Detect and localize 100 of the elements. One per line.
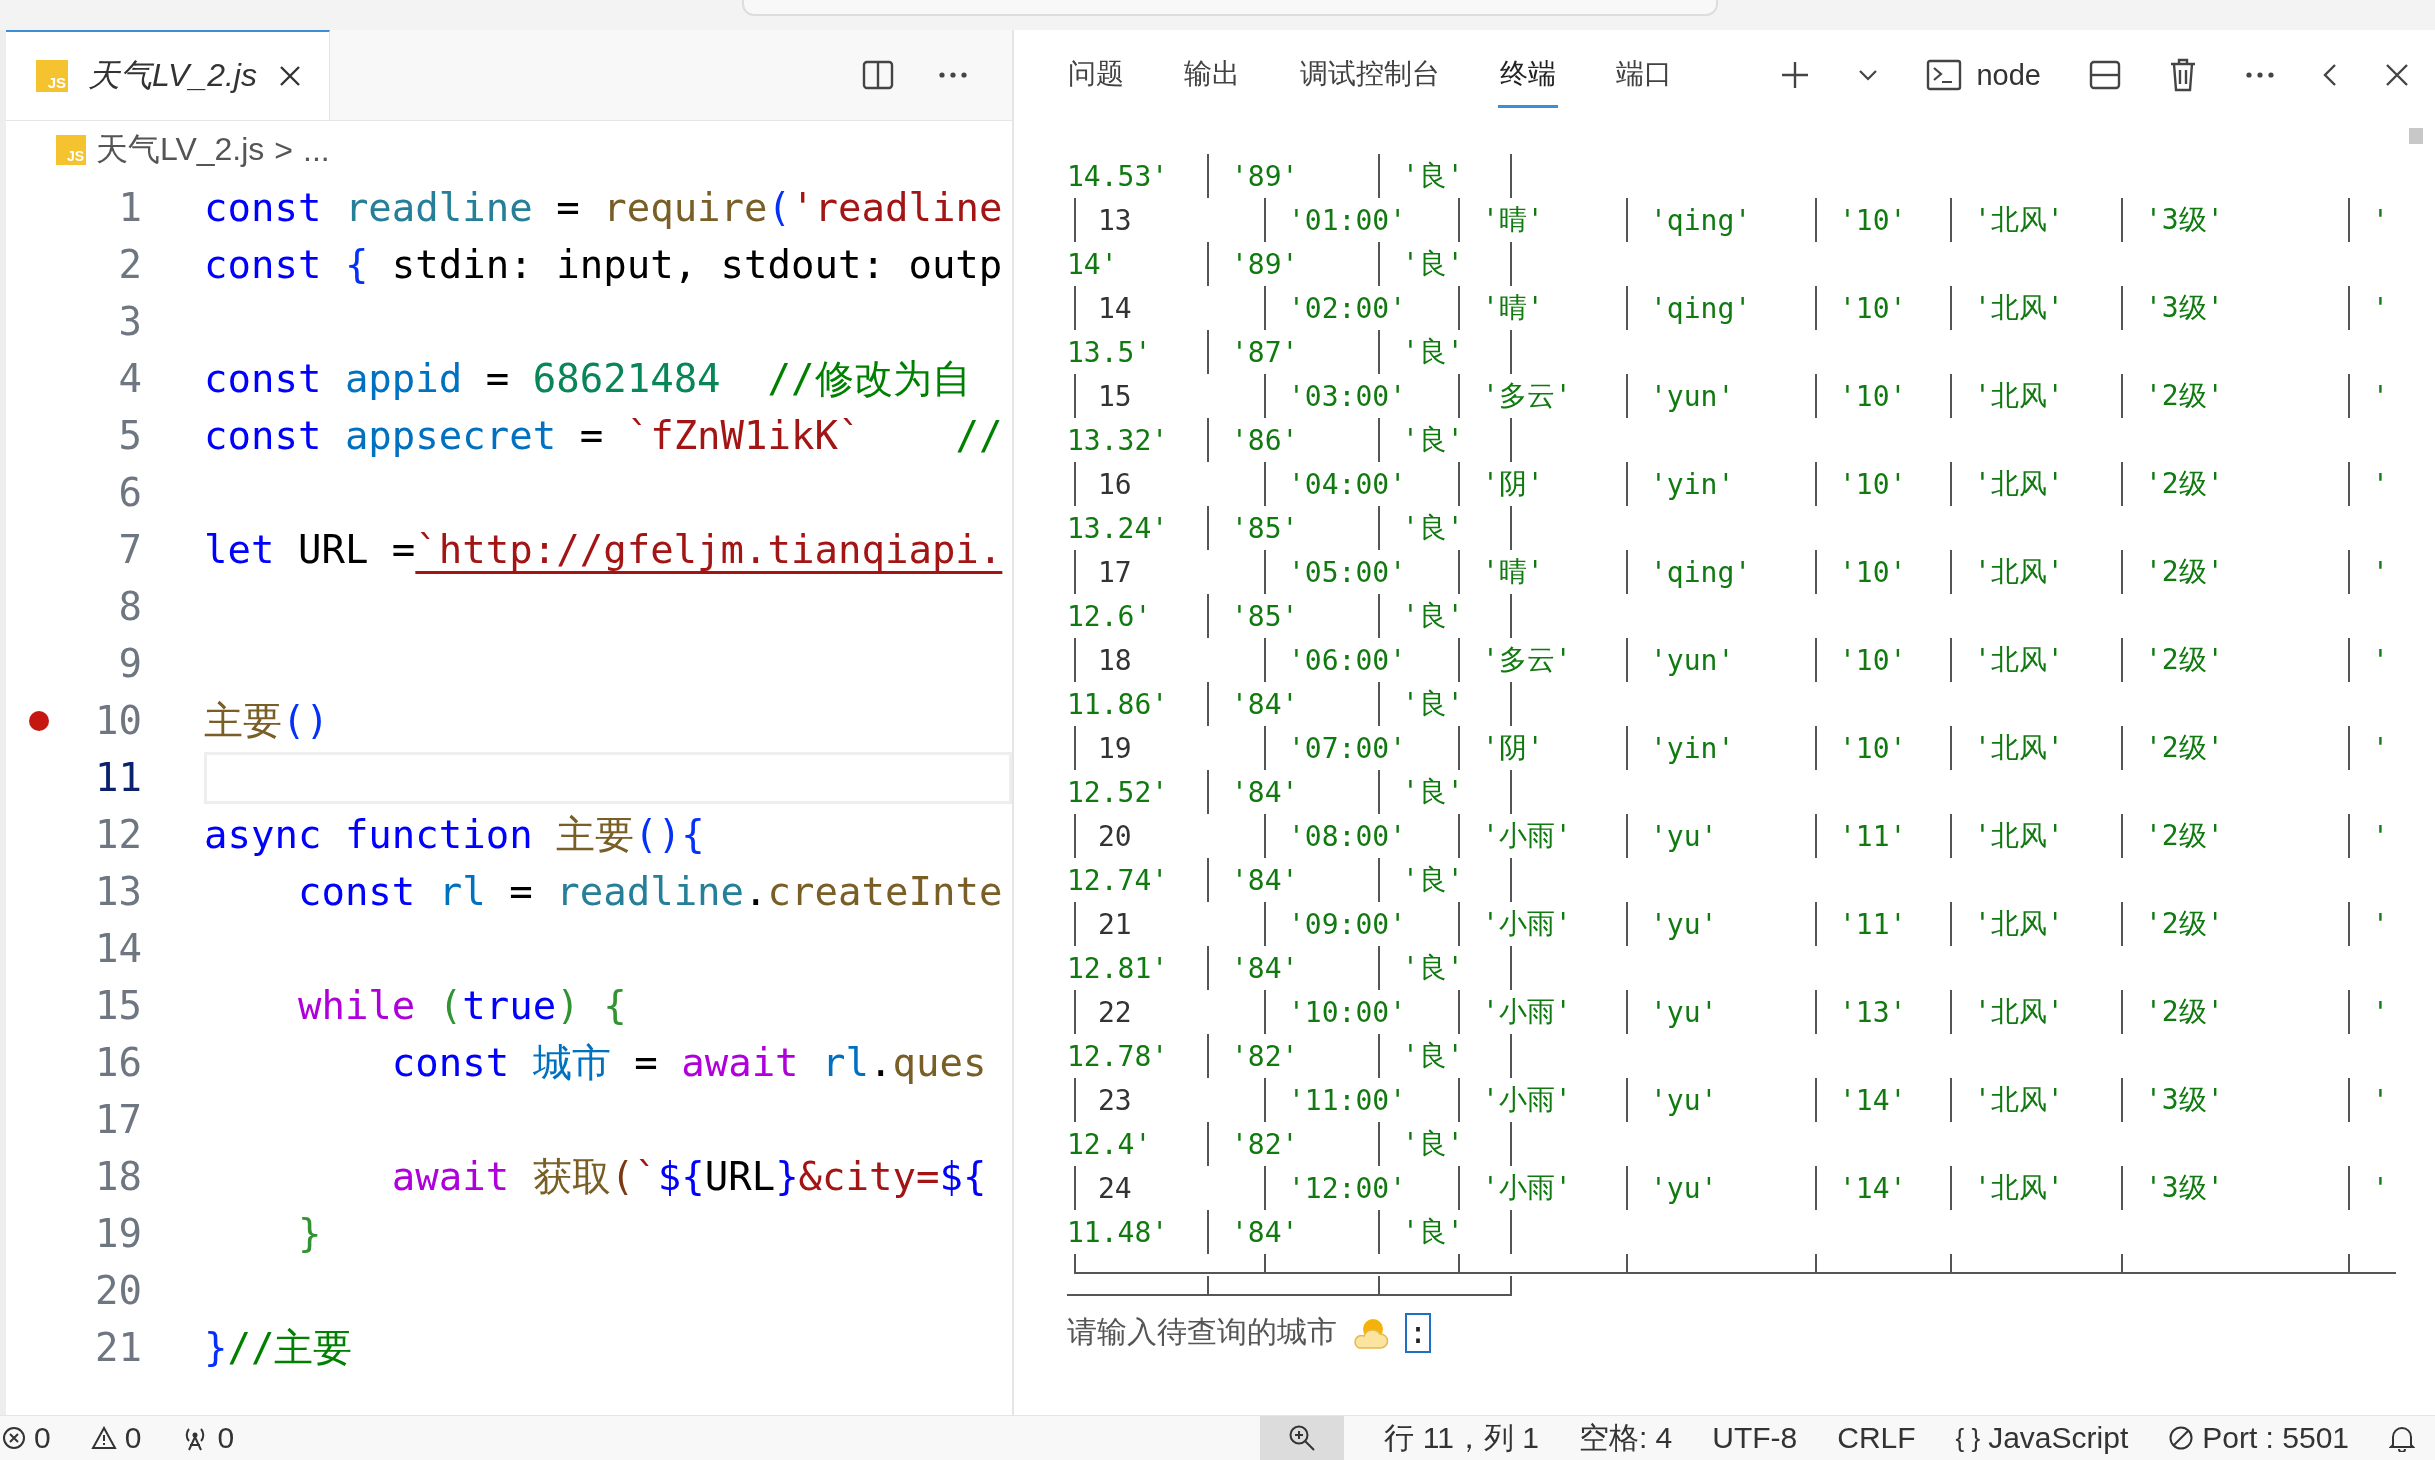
split-terminal-icon[interactable] <box>2089 59 2121 91</box>
terminal-cell: ' <box>2372 379 2389 413</box>
breadcrumb-more[interactable]: ... <box>303 131 330 169</box>
terminal-cell-text: '良' <box>1402 246 1464 282</box>
breakpoint-dot[interactable] <box>29 710 49 731</box>
tab-title: 天气LV_2.js <box>88 56 257 95</box>
zoom-in-icon <box>1288 1424 1317 1452</box>
status-item[interactable]: 行 11，列 1 <box>1384 1416 1539 1460</box>
terminal-cell: '10' <box>1839 555 1907 589</box>
terminal-cell: '11:00' <box>1288 1083 1406 1117</box>
plus-icon[interactable] <box>1780 60 1811 90</box>
terminal-cell-text: '晴' <box>1482 202 1544 238</box>
terminal-cell: '11' <box>1839 819 1907 853</box>
terminal-cell-text: '2级' <box>2145 994 2224 1030</box>
terminal-cell: 'qing' <box>1650 555 1752 589</box>
warnings-indicator[interactable]: 0 <box>90 1421 142 1455</box>
braces-icon: { } <box>1955 1422 1981 1454</box>
panel-tab[interactable]: 输出 <box>1182 42 1242 108</box>
editor-tab[interactable]: JS 天气LV_2.js <box>6 30 330 120</box>
terminal-cell-text: '2级' <box>2145 642 2224 678</box>
language-mode[interactable]: { } JavaScript <box>1955 1416 2129 1460</box>
code-line: const { stdin: input, stdout: outp <box>204 242 1003 287</box>
terminal-cell: 18 <box>1098 643 1132 677</box>
terminal-cell-text: '良' <box>1402 950 1464 986</box>
terminal-cell: '14' <box>1839 1083 1907 1117</box>
line-number: 11 <box>94 755 142 800</box>
line-number: 13 <box>94 869 142 914</box>
terminal-cell: ' <box>2372 995 2389 1029</box>
terminal-cell-text: '良' <box>1402 1126 1464 1162</box>
chevron-left-icon[interactable] <box>2323 63 2337 87</box>
terminal-cell-text: '晴' <box>1482 290 1544 326</box>
more-icon[interactable] <box>2245 71 2275 79</box>
status-item[interactable]: UTF-8 <box>1712 1416 1798 1460</box>
terminal-cell: 12.78' <box>1067 1039 1169 1073</box>
terminal-cursor: : <box>1405 1312 1432 1353</box>
terminal-cell: 'yun' <box>1650 379 1735 413</box>
panel-tab[interactable]: 终端 <box>1498 42 1558 108</box>
terminal-cell: ' <box>2372 1083 2389 1117</box>
terminal-cell-text: '小雨' <box>1482 906 1572 942</box>
panel-tab[interactable]: 调试控制台 <box>1298 42 1442 108</box>
terminal-cell: 'yun' <box>1650 643 1735 677</box>
terminal-cell: 'yu' <box>1650 1171 1718 1205</box>
terminal-cell: 11.86' <box>1067 687 1169 721</box>
terminal-cell: ' <box>2372 643 2389 677</box>
panel-tab[interactable]: 问题 <box>1066 42 1126 108</box>
terminal-cell: '10' <box>1839 379 1907 413</box>
terminal-cell: 23 <box>1098 1083 1132 1117</box>
code-line: while (true) { <box>296 983 627 1028</box>
terminal-cell: '85' <box>1231 599 1299 633</box>
line-number: 19 <box>94 1211 142 1256</box>
terminal-cell: '84' <box>1231 775 1299 809</box>
terminal-icon <box>1926 59 1963 91</box>
terminal-cell: '10' <box>1839 731 1907 765</box>
terminal-cell: ' <box>2372 907 2389 941</box>
line-number: 3 <box>117 299 142 344</box>
terminal-cell: 'yin' <box>1650 731 1735 765</box>
code-line: await 获取(`${URL}&city=${ <box>390 1152 987 1201</box>
terminal-cell-text: '2级' <box>2145 906 2224 942</box>
code-line: async function 主要(){ <box>204 810 705 859</box>
split-editor-icon[interactable] <box>862 59 894 91</box>
terminal-cell: 'yu' <box>1650 819 1718 853</box>
code-line: let URL =`http://gfeljm.tianqiapi. <box>204 527 1003 572</box>
terminal-cell-text: '3级' <box>2145 290 2224 326</box>
ports-indicator[interactable]: 0 <box>181 1421 235 1455</box>
terminal-cell-text: '多云' <box>1482 642 1572 678</box>
bell-icon[interactable] <box>2389 1424 2415 1452</box>
panel-tab[interactable]: 端口 <box>1614 42 1674 108</box>
terminal-cell: '05:00' <box>1288 555 1406 589</box>
terminal-cell-text: '良' <box>1402 862 1464 898</box>
scrollbar-thumb[interactable] <box>2409 128 2423 144</box>
errors-indicator[interactable]: 0 <box>2 1421 51 1455</box>
terminal-cell: 'yu' <box>1650 1083 1718 1117</box>
terminal-cell: 19 <box>1098 731 1132 765</box>
status-item[interactable]: 空格: 4 <box>1578 1416 1673 1460</box>
port-status[interactable]: Port : 5501 <box>2168 1416 2349 1460</box>
trash-icon[interactable] <box>2169 58 2197 92</box>
terminal-cell-text: '阴' <box>1482 730 1544 766</box>
terminal-cell: ' <box>2372 819 2389 853</box>
terminal-cell-text: '北风' <box>1974 994 2064 1030</box>
status-item[interactable]: CRLF <box>1837 1416 1916 1460</box>
terminal-cell: 13.32' <box>1067 423 1169 457</box>
terminal-cell-text: '良' <box>1402 510 1464 546</box>
terminal-cell: '10' <box>1839 467 1907 501</box>
terminal-cell: '86' <box>1231 423 1299 457</box>
terminal-cell: '14' <box>1839 1171 1907 1205</box>
terminal-selector[interactable]: node <box>1926 58 2041 92</box>
terminal-cell: 22 <box>1098 995 1132 1029</box>
terminal-cell: '02:00' <box>1288 291 1406 325</box>
code-line: const readline = require('readline <box>204 185 1003 230</box>
terminal-cell: ' <box>2372 467 2389 501</box>
zoom-button[interactable] <box>1260 1416 1345 1460</box>
close-icon[interactable] <box>2385 63 2409 87</box>
terminal-cell-text: '北风' <box>1974 818 2064 854</box>
more-icon[interactable] <box>938 71 968 79</box>
breadcrumb-file[interactable]: 天气LV_2.js <box>96 128 265 172</box>
line-number: 1 <box>117 185 142 230</box>
terminal-cell: 11.48' <box>1067 1215 1169 1249</box>
terminal-cell: ' <box>2372 203 2389 237</box>
warning-icon <box>90 1426 117 1450</box>
chevron-down-icon[interactable] <box>1858 69 1879 81</box>
